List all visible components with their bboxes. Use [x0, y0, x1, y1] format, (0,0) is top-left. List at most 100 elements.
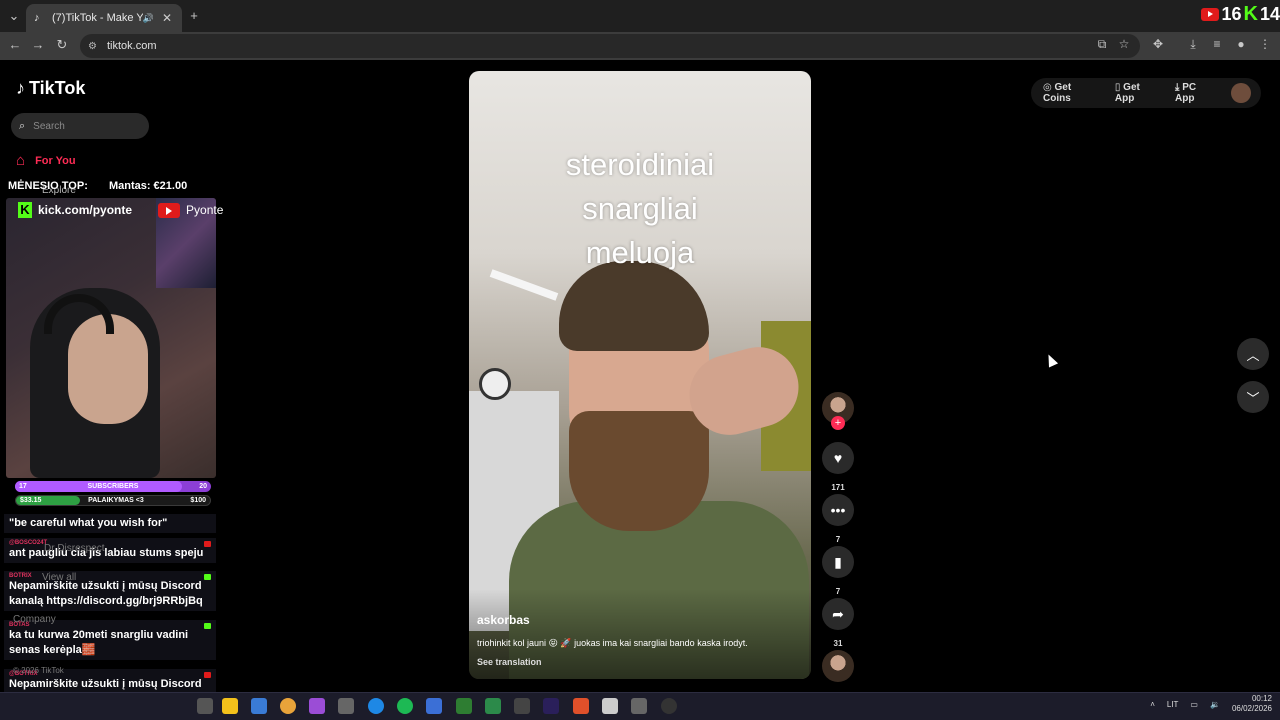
see-translation-link[interactable]: See translation: [477, 657, 542, 667]
bookmark-star-icon[interactable]: ☆: [1117, 37, 1131, 51]
store-icon[interactable]: [251, 698, 267, 714]
tab-title: (7)TikTok - Make Your Day: [52, 12, 143, 24]
kick-source-icon: [204, 574, 211, 580]
youtube-logo-icon: [158, 202, 181, 218]
ghost-copyright: © 2026 TikTok: [13, 666, 64, 675]
video-author[interactable]: askorbas: [477, 613, 530, 627]
kick-source-icon: [204, 623, 211, 629]
tray-chevron-up-icon[interactable]: ˄: [1150, 700, 1155, 709]
overlay-line: meluoja: [585, 235, 695, 270]
clock-date: 06/02/2026: [1231, 704, 1272, 713]
next-video-button[interactable]: ﹀: [1237, 381, 1269, 413]
search-placeholder: Search: [33, 120, 65, 132]
kick-logo-icon: K: [18, 202, 32, 218]
media-control-icon[interactable]: ≡: [1210, 37, 1224, 51]
task-view-icon[interactable]: [197, 698, 213, 714]
speaker-icon[interactable]: 🔊: [143, 13, 154, 24]
overlay-line: steroidiniai: [565, 147, 715, 182]
user-avatar[interactable]: [1231, 83, 1251, 103]
for-you-label: For You: [35, 154, 76, 167]
ghost-view-all: View all: [42, 572, 77, 583]
overlay-line: snargliai: [582, 191, 698, 226]
network-icon[interactable]: ▭: [1190, 700, 1198, 709]
youtube-icon: [1201, 7, 1220, 21]
tab-search-icon[interactable]: ⌄: [6, 8, 22, 24]
tiktok-logo-text: TikTok: [29, 78, 86, 98]
pc-app-label: PC App: [1174, 82, 1197, 104]
share-count: 31: [833, 639, 843, 648]
download-app-icon: ⤓: [1174, 82, 1180, 93]
language-indicator[interactable]: LIT: [1167, 700, 1179, 709]
pc-app-button[interactable]: ⤓ PC App: [1175, 82, 1217, 104]
back-icon[interactable]: ←: [7, 38, 23, 52]
system-tray: ˄ LIT ▭ 🔉 00:12 06/02/2026: [1150, 694, 1272, 714]
app-icon[interactable]: [456, 698, 472, 714]
get-app-button[interactable]: ▯ Get App: [1115, 82, 1161, 104]
sound-avatar-image: [822, 650, 854, 682]
site-info-icon[interactable]: ⚙: [88, 41, 97, 52]
comment-button[interactable]: ••• 7: [822, 494, 854, 544]
youtube-name: Pyonte: [186, 203, 224, 217]
extensions-icon[interactable]: ✥: [1151, 37, 1165, 51]
search-input[interactable]: ⌕ Search: [11, 113, 149, 139]
tiktok-logo[interactable]: ♪ TikTok: [16, 78, 85, 99]
browser-address-bar: ⚙ tiktok.com: [0, 32, 1280, 60]
share-button[interactable]: ➦ 31: [822, 598, 854, 648]
forward-icon[interactable]: →: [30, 38, 46, 52]
app-icon[interactable]: [485, 698, 501, 714]
profile-icon[interactable]: ●: [1234, 37, 1248, 51]
subs-label: SUBSCRIBERS: [87, 483, 139, 490]
app-icon[interactable]: [631, 698, 647, 714]
volume-icon[interactable]: 🔉: [1210, 700, 1220, 709]
chevron-up-icon: ︿: [1246, 347, 1260, 363]
save-button[interactable]: ▮ 7: [822, 546, 854, 596]
youtube-count: 16: [1221, 3, 1242, 24]
subs-current: 17: [19, 483, 27, 490]
edge-icon[interactable]: [368, 698, 384, 714]
app-icon[interactable]: [514, 698, 530, 714]
menu-icon[interactable]: ⋮: [1258, 37, 1272, 51]
video-player[interactable]: steroidiniai snargliai meluoja askorbas …: [469, 71, 811, 679]
install-app-icon[interactable]: ⧉: [1095, 37, 1109, 51]
creator-avatar[interactable]: +: [822, 392, 854, 430]
download-icon[interactable]: ⤓: [1186, 37, 1200, 51]
new-tab-icon[interactable]: +: [186, 8, 202, 24]
streamer: [30, 288, 180, 478]
like-count: 171: [831, 483, 845, 492]
nav-for-you[interactable]: ⌂ For You: [16, 152, 76, 169]
kick-url: kick.com/pyonte: [38, 203, 133, 217]
chat-text: ant paugliu cia jis labiau stums speju: [9, 547, 204, 559]
file-explorer-icon[interactable]: [222, 698, 238, 714]
save-count: 7: [835, 587, 841, 596]
tiktok-favicon-icon: ♪: [34, 12, 40, 24]
obs-icon[interactable]: [661, 698, 677, 714]
monthly-top-donor: MĖNESIO TOP: Mantas: €21.00: [8, 180, 187, 192]
browser-tab[interactable]: ♪ (7)TikTok - Make Your Day 🔊 ✕: [26, 4, 182, 32]
app-icon[interactable]: [309, 698, 325, 714]
reload-icon[interactable]: ↻: [54, 38, 70, 52]
premiere-icon[interactable]: [543, 698, 559, 714]
spotify-icon[interactable]: [397, 698, 413, 714]
like-button[interactable]: ♥ 171: [822, 442, 854, 492]
subs-goal: 20: [199, 483, 207, 490]
stream-viewer-counts: 16 K 14: [1201, 2, 1280, 26]
donate-label: PALAIKYMAS <3: [88, 497, 144, 504]
clock-time: 00:12: [1251, 694, 1272, 703]
get-coins-button[interactable]: ◎ Get Coins: [1043, 82, 1101, 104]
webcam-feed: [6, 198, 216, 478]
close-tab-icon[interactable]: ✕: [160, 11, 174, 25]
monthly-top-label: MĖNESIO TOP:: [8, 180, 88, 192]
brave-icon[interactable]: [573, 698, 589, 714]
url-text: tiktok.com: [106, 40, 157, 52]
clock[interactable]: 00:12 06/02/2026: [1232, 694, 1272, 714]
follow-plus-icon[interactable]: +: [831, 416, 845, 430]
app-icon[interactable]: [602, 698, 618, 714]
sound-avatar[interactable]: [822, 650, 854, 682]
url-input[interactable]: ⚙ tiktok.com: [80, 34, 1140, 58]
chat-text: "be careful what you wish for": [9, 517, 168, 529]
photos-icon[interactable]: [426, 698, 442, 714]
chat-message: "be careful what you wish for": [4, 514, 216, 533]
app-icon[interactable]: [338, 698, 354, 714]
previous-video-button[interactable]: ︿: [1237, 338, 1269, 370]
chrome-icon[interactable]: [280, 698, 296, 714]
